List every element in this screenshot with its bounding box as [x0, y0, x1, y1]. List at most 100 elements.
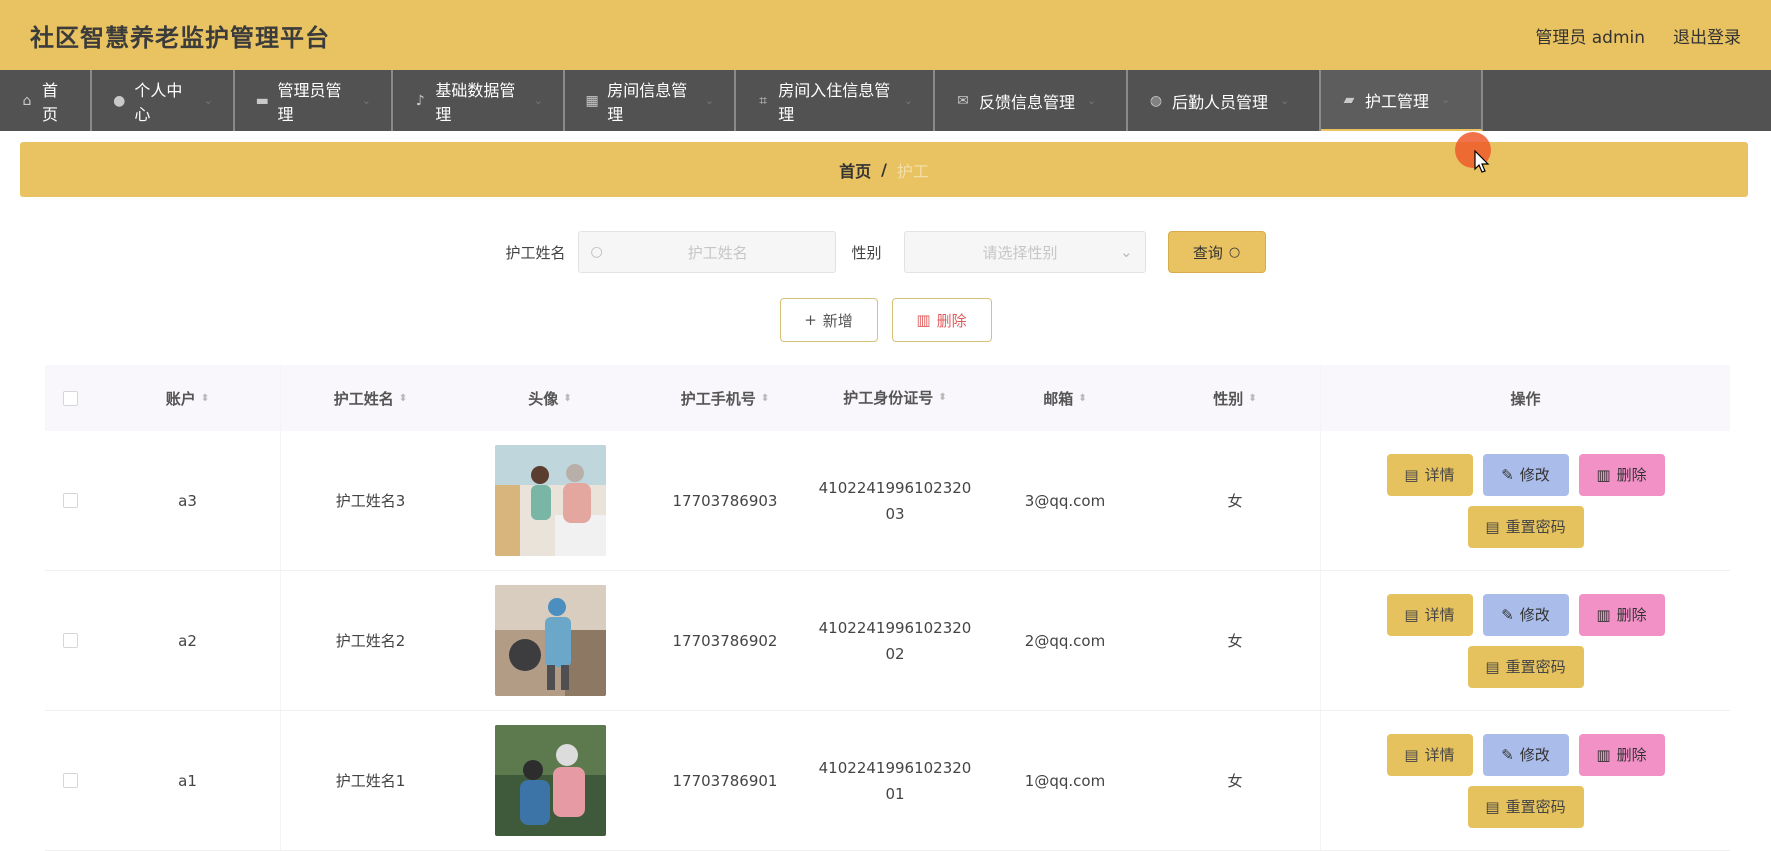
nav-item-feedback[interactable]: ✉ 反馈信息管理 ⌄	[935, 70, 1128, 131]
nav-item-logistics[interactable]: ◍ 后勤人员管理 ⌄	[1128, 70, 1321, 131]
search-bar: 护工姓名 ○ 护工姓名 性别 请选择性别 ⌄ 查询 ○	[0, 230, 1771, 274]
nav-item-room-checkin[interactable]: ⌗ 房间入住信息管理 ⌄	[736, 70, 935, 131]
top-header: 社区智慧养老监护管理平台 管理员 admin 退出登录	[0, 0, 1771, 70]
cell-email: 1@qq.com	[1024, 771, 1106, 790]
row-checkbox[interactable]	[63, 633, 78, 648]
row-checkbox[interactable]	[63, 773, 78, 788]
header-email[interactable]: 邮箱 ⬍	[980, 365, 1150, 431]
nav-label: 反馈信息管理	[979, 92, 1076, 112]
pencil-icon: ✎	[1501, 605, 1514, 624]
header-account[interactable]: 账户 ⬍	[95, 365, 280, 431]
table-row: a3 护工姓名3 17703786903 410224199610232003 …	[45, 431, 1730, 571]
app-title: 社区智慧养老监护管理平台	[30, 23, 330, 52]
plus-icon: +	[804, 311, 817, 329]
select-all-checkbox[interactable]	[63, 390, 78, 406]
cell-id-card: 410224199610232001	[818, 758, 972, 803]
search-icon: ○	[590, 244, 603, 260]
reset-password-button[interactable]: ▤ 重置密码	[1467, 505, 1584, 548]
cell-name: 护工姓名1	[280, 711, 460, 850]
chevron-down-icon: ⌄	[704, 94, 714, 107]
header-phone[interactable]: 护工手机号 ⬍	[640, 365, 810, 431]
delete-button[interactable]: ▥ 删除	[1578, 593, 1665, 636]
doc-icon: ▤	[1404, 745, 1419, 764]
reset-password-button[interactable]: ▤ 重置密码	[1467, 785, 1584, 828]
logout-link[interactable]: 退出登录	[1673, 23, 1741, 48]
delete-label: 删除	[936, 311, 967, 330]
admin-user-label[interactable]: 管理员 admin	[1535, 23, 1645, 48]
cell-email: 3@qq.com	[1024, 491, 1106, 510]
avatar-image[interactable]	[494, 445, 606, 556]
nav-label: 首页	[42, 80, 59, 124]
detail-button[interactable]: ▤ 详情	[1386, 453, 1473, 496]
row-checkbox[interactable]	[63, 493, 78, 508]
cell-account: a2	[178, 631, 197, 650]
query-label: 查询	[1192, 243, 1223, 262]
delete-button[interactable]: ▥ 删除	[1578, 733, 1665, 776]
name-search-input[interactable]: ○ 护工姓名	[577, 231, 836, 273]
nav-item-admin-management[interactable]: ▬ 管理员管理 ⌄	[235, 70, 393, 131]
cell-gender: 女	[1227, 772, 1243, 790]
chevron-down-icon: ⌄	[1087, 94, 1097, 107]
sort-icon: ⬍	[200, 392, 210, 404]
row-actions: ▤ 详情 ✎ 修改 ▥ 删除 ▤ 重置密码	[1381, 453, 1671, 548]
header-user-area: 管理员 admin 退出登录	[1535, 23, 1741, 48]
cell-phone: 17703786901	[672, 771, 778, 790]
card-icon: ▬	[255, 92, 269, 109]
row-actions: ▤ 详情 ✎ 修改 ▥ 删除 ▤ 重置密码	[1381, 593, 1671, 688]
nav-item-room-info[interactable]: ▦ 房间信息管理 ⌄	[565, 70, 736, 131]
nav-item-base-data[interactable]: ♪ 基础数据管理 ⌄	[393, 70, 565, 131]
message-icon: ✉	[957, 92, 969, 109]
edit-button[interactable]: ✎ 修改	[1482, 733, 1569, 776]
nav-label: 房间信息管理	[607, 80, 688, 124]
add-button[interactable]: + 新增	[779, 298, 878, 342]
header-gender[interactable]: 性别 ⬍	[1150, 365, 1320, 431]
cell-email: 2@qq.com	[1024, 631, 1106, 650]
trash-icon: ▥	[1596, 745, 1611, 764]
nav-item-personal-center[interactable]: ● 个人中心 ⌄	[92, 70, 235, 131]
edit-button[interactable]: ✎ 修改	[1482, 453, 1569, 496]
detail-button[interactable]: ▤ 详情	[1386, 593, 1473, 636]
cell-gender: 女	[1227, 632, 1243, 650]
header-name[interactable]: 护工姓名 ⬍	[280, 365, 460, 431]
breadcrumb-separator: /	[881, 160, 887, 179]
nav-item-caregiver[interactable]: ▰ 护工管理 ⌄	[1321, 70, 1483, 131]
edit-button[interactable]: ✎ 修改	[1482, 593, 1569, 636]
name-placeholder: 护工姓名	[687, 243, 748, 262]
detail-button[interactable]: ▤ 详情	[1386, 733, 1473, 776]
delete-button[interactable]: ▥ 删除	[1578, 453, 1665, 496]
avatar-image[interactable]	[494, 725, 606, 836]
query-button[interactable]: 查询 ○	[1167, 231, 1266, 273]
pencil-icon: ✎	[1501, 465, 1514, 484]
nav-item-home[interactable]: ⌂ 首页	[0, 70, 92, 131]
user-icon: ●	[113, 92, 126, 109]
sort-icon: ⬍	[563, 392, 572, 404]
reset-password-button[interactable]: ▤ 重置密码	[1467, 645, 1584, 688]
cell-name: 护工姓名2	[280, 571, 460, 710]
trash-icon: ▥	[916, 311, 931, 329]
breadcrumb-home[interactable]: 首页	[839, 158, 871, 182]
batch-delete-button[interactable]: ▥ 删除	[891, 298, 992, 342]
table-row: a2 护工姓名2 17703786902 410224199610232002 …	[45, 571, 1730, 711]
doc-icon: ▤	[1485, 517, 1500, 536]
mic-icon: ♪	[415, 92, 425, 109]
cell-gender: 女	[1227, 492, 1243, 510]
pencil-icon: ✎	[1501, 745, 1514, 764]
add-label: 新增	[822, 311, 853, 330]
avatar-image[interactable]	[494, 585, 606, 696]
main-nav: ⌂ 首页 ● 个人中心 ⌄ ▬ 管理员管理 ⌄ ♪ 基础数据管理 ⌄ ▦ 房间信…	[0, 70, 1771, 131]
header-actions: 操作	[1320, 365, 1730, 431]
header-avatar[interactable]: 头像 ⬍	[460, 365, 640, 431]
caregiver-table: 账户 ⬍ 护工姓名 ⬍ 头像 ⬍ 护工手机号 ⬍ 护工身份证号 ⬍ 邮箱 ⬍ 性别 ⬍ 操作 …	[45, 365, 1730, 851]
cell-account: a3	[178, 491, 197, 510]
name-label: 护工姓名	[505, 243, 566, 262]
search-icon: ○	[1228, 244, 1241, 260]
header-id-card[interactable]: 护工身份证号 ⬍	[810, 365, 980, 431]
grid-icon: ▦	[585, 92, 599, 109]
gender-select[interactable]: 请选择性别 ⌄	[903, 231, 1146, 273]
chevron-down-icon: ⌄	[1280, 94, 1290, 107]
sort-icon: ⬍	[398, 392, 408, 404]
nav-label: 个人中心	[134, 80, 183, 124]
toolbar-actions: + 新增 ▥ 删除	[0, 298, 1771, 342]
trash-icon: ▥	[1596, 465, 1611, 484]
home-icon: ⌂	[22, 92, 32, 109]
